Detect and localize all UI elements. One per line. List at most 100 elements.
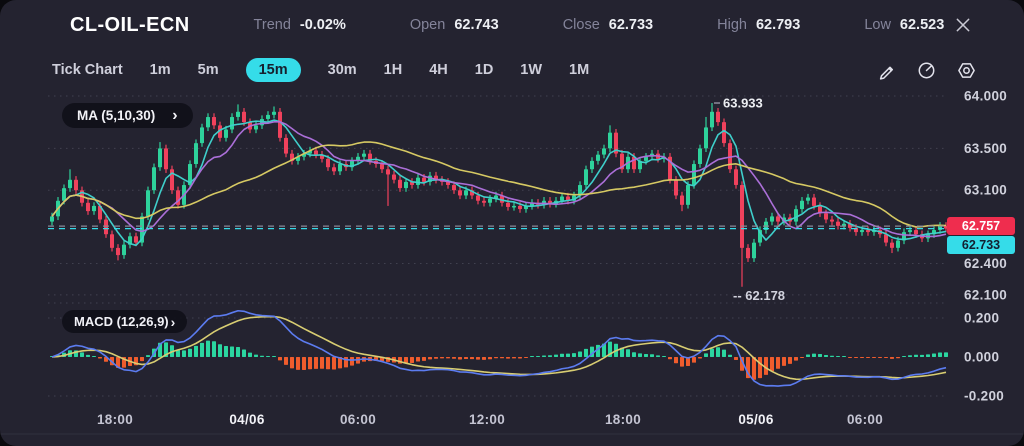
time-axis-label: 05/06 [738,412,773,427]
macd-hist-bar [626,349,630,357]
candle-body [716,112,720,122]
macd-hist-bar [182,350,186,357]
time-axis-label: 06:00 [340,412,376,427]
macd-hist-bar [350,357,354,366]
tab-30m[interactable]: 30m [328,58,357,82]
macd-hist-bar [260,356,264,357]
macd-axis-label: 0.200 [964,311,999,326]
tab-1m[interactable]: 1m [150,58,171,82]
macd-hist-bar [194,346,198,357]
close-icon[interactable] [954,16,972,34]
candle-body [338,164,342,171]
candle-body [596,155,600,161]
candle-body [506,203,510,207]
macd-hist-bar [530,356,534,357]
macd-axis-label: 0.000 [964,350,999,365]
candle-body [68,180,72,188]
tab-15m[interactable]: 15m [246,58,301,82]
candle-body [458,190,462,195]
candle-body [734,169,738,185]
macd-hist-bar [908,355,912,357]
tab-1w[interactable]: 1W [520,58,542,82]
candle-body [74,180,78,190]
candle-body [890,243,894,248]
macd-hist-bar [662,356,666,357]
tab-1h[interactable]: 1H [384,58,403,82]
macd-hist-bar [722,350,726,357]
candle-body [392,175,396,180]
macd-hist-bar [278,357,282,360]
y-axis-label: 63.500 [964,141,1007,156]
tab-4h[interactable]: 4H [429,58,448,82]
tab-1d[interactable]: 1D [475,58,494,82]
macd-hist-bar [428,357,432,359]
candle-body [122,245,126,255]
macd-hist-bar [542,355,546,357]
macd-hist-bar [704,353,708,357]
time-axis-label: 12:00 [469,412,505,427]
tab-1m-month[interactable]: 1M [569,58,589,82]
macd-hist-bar [416,357,420,362]
macd-hist-bar [770,357,774,371]
macd-hist-bar [458,357,462,359]
candle-body [152,167,156,190]
macd-hist-bar [242,349,246,357]
tab-5m[interactable]: 5m [198,58,219,82]
macd-hist-bar [776,357,780,369]
candle-body [164,148,168,169]
candle-body [776,216,780,221]
macd-hist-bar [710,349,714,357]
candle-body [92,206,96,211]
ma-indicator-pill[interactable]: MA (5,10,30) › [62,103,193,128]
macd-hist-bar [326,357,330,369]
chevron-right-icon: › [172,111,177,121]
settings-gear-icon[interactable] [957,61,976,80]
time-axis-label: 06:00 [847,412,883,427]
macd-hist-bar [842,356,846,357]
macd-hist-bar [668,357,672,359]
macd-hist-bar [824,355,828,357]
macd-hist-bar [98,357,102,358]
candle-body [914,230,918,234]
time-axis-label: 04/06 [229,412,264,427]
macd-hist-bar [206,341,210,357]
candle-body [752,243,756,259]
macd-hist-bar [566,354,570,357]
macd-hist-bar [638,353,642,357]
candle-body [560,197,564,201]
macd-hist-bar [518,357,522,358]
candle-body [398,180,402,188]
ma-indicator-label: MA (5,10,30) [77,108,155,123]
macd-hist-bar [524,357,528,358]
macd-hist-bar [650,354,654,357]
macd-hist-bar [302,357,306,370]
timer-dial-icon[interactable] [917,61,936,80]
macd-hist-bar [200,343,204,357]
macd-hist-bar [320,357,324,369]
candle-body [50,216,54,221]
macd-hist-bar [482,357,486,360]
macd-hist-bar [872,357,876,358]
macd-hist-bar [716,347,720,357]
macd-hist-bar [212,341,216,357]
chart-header: CL-OIL-ECN Trend -0.02% Open 62.743 Clos… [0,0,1024,50]
macd-hist-bar [140,357,144,361]
macd-hist-bar [794,357,798,361]
macd-hist-bar [698,357,702,359]
macd-hist-bar [692,357,696,363]
macd-hist-bar [410,357,414,363]
macd-hist-bar [896,357,900,358]
tab-tick-chart[interactable]: Tick Chart [52,58,123,82]
candle-body [794,209,798,222]
candle-body [476,195,480,200]
macd-hist-bar [902,356,906,357]
macd-hist-bar [548,355,552,357]
candle-body [674,180,678,196]
macd-hist-bar [272,356,276,357]
macd-hist-bar [254,355,258,357]
macd-hist-bar [230,346,234,357]
candle-body [386,169,390,174]
macd-hist-bar [476,357,480,360]
macd-indicator-pill[interactable]: MACD (12,26,9) › [62,310,187,333]
draw-pencil-icon[interactable] [877,61,896,80]
